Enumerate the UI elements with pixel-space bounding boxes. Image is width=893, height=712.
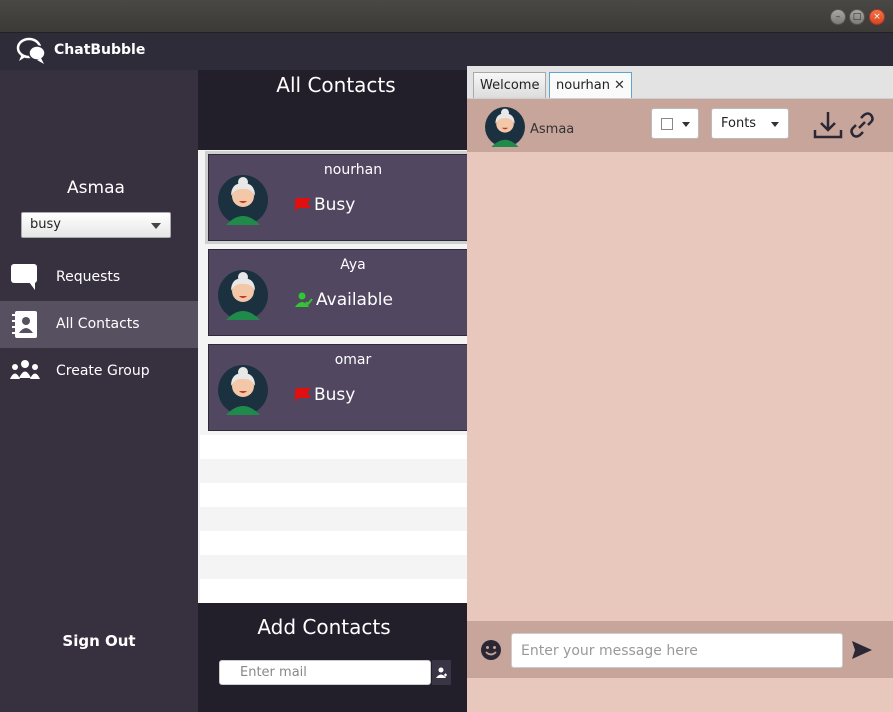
sidebar-item-label: Requests [56,269,121,285]
compose-bar: Enter your message here [467,621,893,678]
chatbubble-logo-icon [16,37,46,64]
add-contact-button[interactable] [432,660,451,685]
chat-user-name: Asmaa [530,122,575,137]
close-button[interactable]: × [869,9,885,25]
fonts-label: Fonts [721,116,757,131]
status-value: busy [30,217,61,232]
sign-out-button[interactable]: Sign Out [0,632,198,650]
sidebar-item-requests[interactable]: Requests [0,254,198,301]
contact-card[interactable]: omar Busy [208,344,468,431]
sidebar-item-label: Create Group [56,363,150,379]
group-icon [10,360,40,379]
current-username: Asmaa [67,178,125,198]
message-input[interactable]: Enter your message here [511,633,843,668]
list-row-empty [200,531,468,555]
color-swatch [661,118,673,130]
emoji-icon[interactable] [480,639,502,661]
messages-area[interactable] [467,152,893,620]
contact-status-label: Busy [314,385,356,405]
mail-input[interactable]: Enter mail [219,660,431,685]
contact-status: Busy [295,385,355,405]
attach-link-icon[interactable] [847,110,877,140]
tab-bar: Welcome nourhan ✕ [467,66,893,99]
contacts-header: All Contacts [198,70,468,150]
app-title: ChatBubble [54,42,146,58]
contacts-list[interactable]: nourhan Busy Aya Available omar Busy [198,150,471,603]
contact-card[interactable]: nourhan Busy [205,151,471,244]
chat-panel: Welcome nourhan ✕ Asmaa Fonts Enter your… [467,66,893,712]
list-row-empty [200,483,468,507]
red-flag-icon [295,388,311,401]
tab-nourhan[interactable]: nourhan ✕ [549,72,632,98]
sidebar-item-label: All Contacts [56,316,140,332]
tab-label: Welcome [480,78,540,93]
contacts-title: All Contacts [276,73,396,97]
contact-status-label: Busy [314,195,356,215]
available-user-icon [295,292,313,307]
chat-bubble-icon [11,264,37,290]
avatar [218,365,268,415]
red-flag-icon [295,198,311,211]
tab-label: nourhan [556,78,610,93]
avatar [218,175,268,225]
chevron-down-icon [771,122,779,127]
download-icon[interactable] [813,110,843,140]
app-header: ChatBubble [0,33,893,70]
contact-name: nourhan [323,162,383,178]
add-contacts-panel: Add Contacts Enter mail [198,603,468,712]
color-picker[interactable] [651,108,699,139]
chat-header: Asmaa Fonts [467,99,893,152]
contact-name: Aya [340,257,366,273]
chat-footer [467,678,893,712]
contact-name: omar [334,352,372,368]
tab-welcome[interactable]: Welcome [473,72,547,98]
contact-status-label: Available [316,290,393,310]
add-user-icon [436,667,447,678]
contact-status: Busy [295,195,355,215]
minimize-button[interactable]: – [830,9,846,25]
avatar [218,270,268,320]
sidebar-item-all-contacts[interactable]: All Contacts [0,301,198,348]
chevron-down-icon [682,122,690,127]
fonts-dropdown[interactable]: Fonts [711,108,789,139]
status-dropdown[interactable]: busy [21,212,171,238]
list-row-empty [200,579,468,603]
send-icon[interactable] [851,639,873,661]
add-contacts-title: Add Contacts [257,615,391,639]
address-book-icon [12,311,37,338]
avatar [485,107,525,147]
contact-status: Available [295,290,393,310]
close-tab-icon[interactable]: ✕ [614,78,625,93]
sidebar: Asmaa busy Requests All Contacts Create … [0,70,198,712]
list-row-empty [200,435,468,459]
contact-card[interactable]: Aya Available [208,249,468,336]
window-titlebar: – □ × [0,0,893,33]
chevron-down-icon [151,223,161,229]
maximize-button[interactable]: □ [849,9,865,25]
sidebar-item-create-group[interactable]: Create Group [0,348,198,395]
